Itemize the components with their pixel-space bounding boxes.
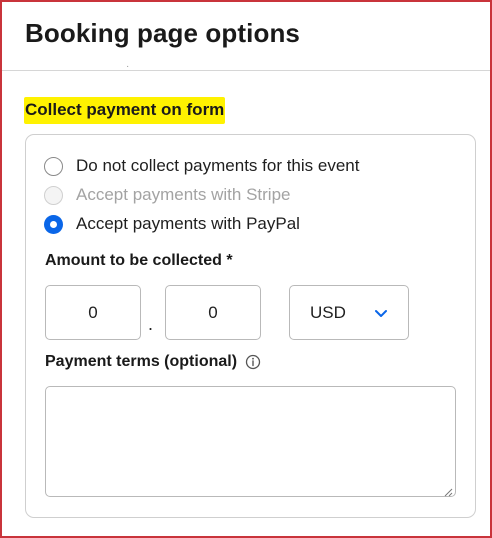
clipped-content-remnant: · — [126, 61, 130, 72]
radio-label: Do not collect payments for this event — [76, 156, 360, 175]
radio-option-paypal[interactable]: Accept payments with PayPal — [44, 212, 300, 236]
payment-terms-label: Payment terms (optional) — [45, 353, 238, 370]
amount-fraction-input[interactable]: 0 — [165, 285, 261, 340]
radio-option-no-payment[interactable]: Do not collect payments for this event — [44, 154, 359, 178]
chevron-down-icon — [374, 308, 388, 318]
info-icon[interactable] — [245, 354, 261, 370]
amount-label: Amount to be collected * — [45, 252, 233, 269]
decimal-separator: . — [148, 314, 154, 334]
radio-button-disabled — [44, 185, 63, 205]
payment-terms-textarea[interactable] — [45, 386, 456, 497]
radio-button[interactable] — [44, 156, 63, 176]
currency-value: USD — [310, 302, 346, 322]
section-title: Collect payment on form — [24, 97, 226, 124]
radio-label: Accept payments with PayPal — [76, 214, 300, 233]
radio-label: Accept payments with Stripe — [76, 185, 291, 204]
amount-whole-input[interactable]: 0 — [45, 285, 141, 340]
dialog-header: Booking page options — [2, 2, 490, 71]
payment-terms-label-row: Payment terms (optional) — [45, 353, 261, 371]
currency-select[interactable]: USD — [289, 285, 409, 340]
resize-handle-icon[interactable] — [443, 484, 453, 497]
radio-option-stripe: Accept payments with Stripe — [44, 183, 290, 207]
radio-button-selected[interactable] — [44, 214, 63, 234]
page-title: Booking page options — [25, 18, 300, 48]
